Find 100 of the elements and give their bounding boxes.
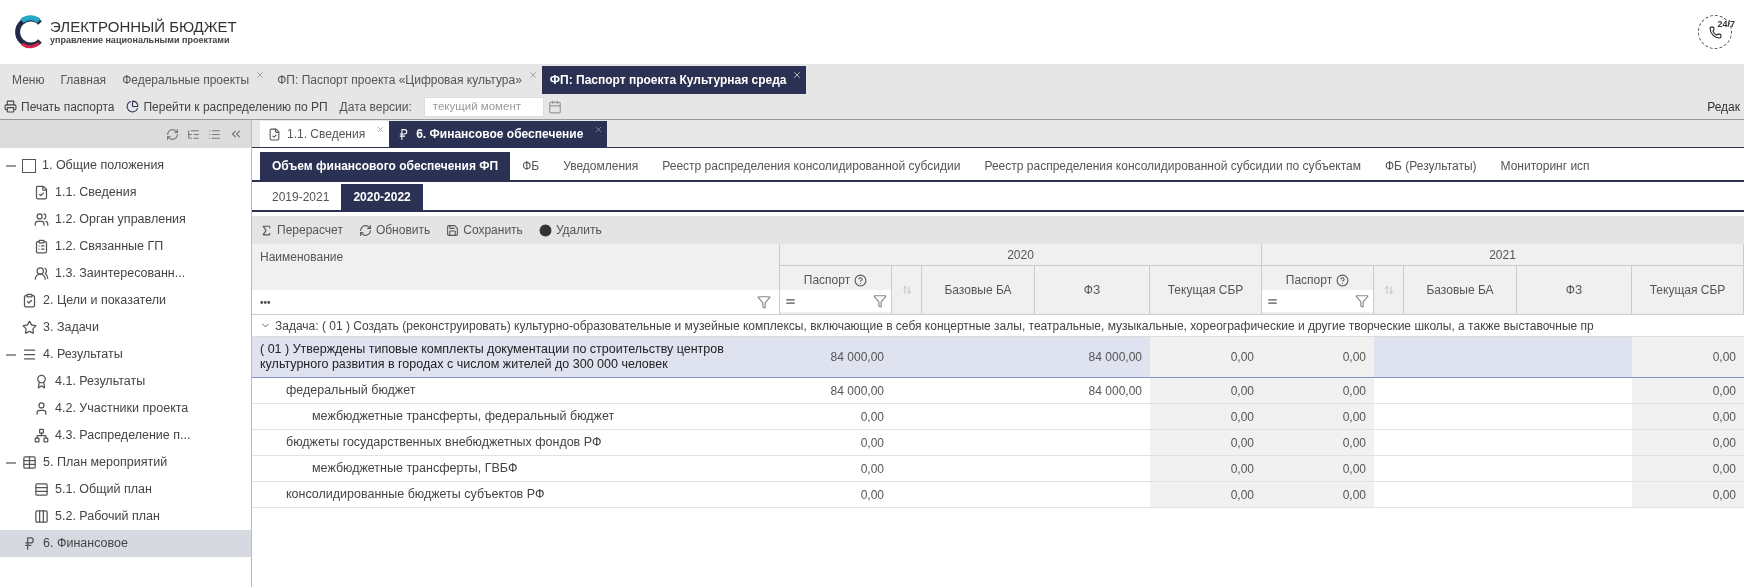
tab[interactable]: 2019-2021 [260,184,342,210]
toolbar-button[interactable]: Перерасчет [260,221,343,239]
table-cell-text: 0,00 [1342,434,1366,452]
row-name: межбюджетные трансферты, ГВБФ [311,460,519,477]
close-icon[interactable] [594,125,604,134]
tree-item[interactable]: 4.2. Участники проекта [0,395,251,422]
tree-item[interactable]: 5.2. Рабочий план [0,503,251,530]
column-header[interactable]: Текущая СБР [1649,281,1726,299]
tree-item[interactable]: 2. Цели и показатели [0,287,251,314]
table-cell-text: 0,00 [1230,460,1254,478]
tab[interactable]: Федеральные проекты [114,66,270,94]
tab[interactable]: Уведомления [551,152,651,180]
filter-icon[interactable] [757,295,771,309]
pie-chart-icon [126,100,140,113]
distribution-button[interactable]: Перейти к распределению по РП [126,97,328,116]
tree-item[interactable]: 4.3. Распределение п... [0,422,251,449]
column-header[interactable]: ФЗ [1565,281,1583,299]
collapse-icon[interactable] [6,164,16,167]
table-row[interactable]: федеральный бюджет 84 000,00 84 000,00 0,00 0,00 0,00 [252,378,1744,404]
column-header[interactable]: Паспорт [1285,271,1333,289]
filter-icon[interactable] [1355,294,1369,308]
column-header[interactable]: Паспорт [803,271,851,289]
edit-label[interactable]: Редак [1707,97,1740,116]
circle-icon [538,223,552,237]
table-cell-text: 0,00 [1712,382,1736,400]
table-cell-text: 84 000,00 [1088,349,1142,366]
help-icon[interactable] [854,273,868,287]
item-icon [34,212,49,227]
year-header: 2020 [1007,246,1034,264]
help-icon[interactable] [1336,273,1350,287]
tree-item[interactable]: 1. Общие положения [0,152,251,179]
row-name: межбюджетные трансферты, федеральный бюджет [311,408,616,425]
table-cell-text: 0,00 [1712,434,1736,452]
calendar-icon[interactable] [547,99,562,114]
table-cell-text: 0,00 [1712,460,1736,478]
table-cell-text: 0,00 [1342,382,1366,400]
tree-item[interactable]: 5.1. Общий план [0,476,251,503]
app-subtitle: управление национальными проектами [50,35,231,46]
tree-item[interactable]: 4. Результаты [0,341,251,368]
tree-item[interactable]: 6. Финансовое [0,530,251,557]
table-row[interactable]: ( 01 ) Утверждены типовые комплекты документации по строительству центров культурного развития в городах с числом жителей до 300 000 человек 84 000,00 84 000,00 0,00 0,00 0,00 [252,337,1744,378]
tab[interactable]: Реестр распределения консолидированной субсидии по субъектам [972,152,1373,180]
table-cell-text: 0,00 [860,486,884,504]
table-row[interactable]: межбюджетные трансферты, ГВБФ 0,00 0,00 0,00 0,00 [252,456,1744,482]
tab[interactable]: 6. Финансовое обеспечение [389,121,608,147]
tab[interactable]: Главная [52,66,115,94]
tab[interactable]: Объем финансового обеспечения ФП [260,152,511,180]
item-icon [22,293,37,308]
tab[interactable]: 1.1. Сведения [260,121,390,147]
item-icon [34,185,49,200]
document-icon [268,127,281,141]
filter-icon[interactable] [873,294,887,308]
table-cell-text: 0,00 [1230,408,1254,426]
table-cell-text: 84 000,00 [830,349,884,366]
toolbar-button[interactable]: Сохранить [446,221,523,239]
tree-item[interactable]: 1.2. Связанные ГП [0,233,251,260]
tab[interactable]: Реестр распределения консолидированной субсидии [650,152,973,180]
table-cell-text: 0,00 [1342,349,1366,366]
item-icon [34,266,49,281]
table-cell-text: 0,00 [860,434,884,452]
tab[interactable]: Меню [4,66,53,94]
table-cell-text: 0,00 [1342,460,1366,478]
table-cell-text: 0,00 [1230,349,1254,366]
tab[interactable]: ФП: Паспорт проекта «Цифровая культура» [269,66,542,94]
column-header[interactable]: ФЗ [1083,281,1101,299]
table-row[interactable]: межбюджетные трансферты, федеральный бюджет 0,00 0,00 0,00 0,00 [252,404,1744,430]
phone-icon [1708,25,1722,39]
refresh-icon[interactable] [166,127,179,141]
refresh-icon [358,223,372,237]
tree-item[interactable]: 4.1. Результаты [0,368,251,395]
table-row[interactable]: бюджеты государственных внебюджетных фондов РФ 0,00 0,00 0,00 0,00 [252,430,1744,456]
item-icon [34,482,49,497]
collapse-icon[interactable] [6,461,16,464]
print-button[interactable]: Печать паспорта [4,97,115,116]
toolbar-button[interactable]: Обновить [358,221,431,239]
table-cell-text: 0,00 [1712,349,1736,366]
toolbar-button[interactable]: Удалить [538,221,602,239]
column-header[interactable]: Базовые БА [944,281,1012,299]
column-header[interactable]: Текущая СБР [1167,281,1244,299]
item-icon [34,239,49,254]
column-header[interactable]: Наименование [252,244,779,266]
tree-item[interactable]: 1.3. Заинтересованн... [0,260,251,287]
tab[interactable]: Мониторинг исп [1488,152,1602,180]
table-row[interactable]: консолидированные бюджеты субъектов РФ 0,00 0,00 0,00 0,00 [252,482,1744,508]
more-button[interactable]: ••• [260,294,271,310]
tab[interactable]: ФБ [510,152,552,180]
collapse-icon[interactable] [6,353,16,356]
collapse-panel-icon[interactable] [229,127,243,141]
tab[interactable]: ФБ (Результаты) [1373,152,1489,180]
item-icon [34,428,49,443]
tree-item[interactable]: 3. Задачи [0,314,251,341]
column-header[interactable]: Базовые БА [1426,281,1494,299]
tree-item[interactable]: 1.2. Орган управления [0,206,251,233]
tree-item[interactable]: 5. План мероприятий [0,449,251,476]
tree-item[interactable]: 1.1. Сведения [0,179,251,206]
tab[interactable]: 2020-2022 [341,184,423,210]
close-icon[interactable] [792,70,803,80]
list-icon[interactable] [208,127,221,141]
tab[interactable]: ФП: Паспорт проекта Культурная среда [541,66,807,94]
tree-icon[interactable] [187,127,200,141]
